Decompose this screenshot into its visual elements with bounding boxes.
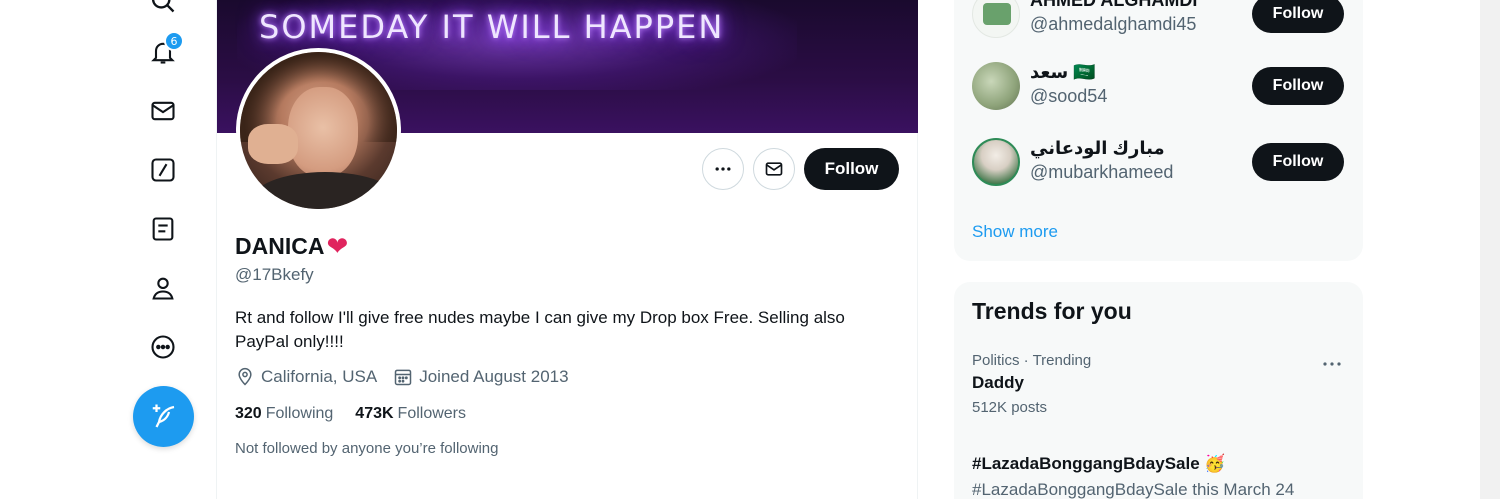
- location-text: California, USA: [261, 367, 378, 386]
- display-name: DANICA ❤: [235, 233, 348, 260]
- profile-icon[interactable]: [148, 273, 178, 303]
- avatar-shirt: [250, 172, 397, 209]
- followers-link[interactable]: 473K Followers: [355, 405, 466, 423]
- right-sidebar: AHMED ALGHAMDI @ahmedalghamdi45 Follow س…: [918, 0, 1500, 499]
- suggestion-name: مبارك الودعاني: [1030, 138, 1165, 158]
- followers-count: 473K: [355, 405, 394, 422]
- following-link[interactable]: 320 Following: [235, 405, 333, 423]
- following-count: 320: [235, 405, 262, 422]
- heart-emoji: ❤: [326, 231, 349, 262]
- avatar: [972, 62, 1020, 110]
- page-scrollbar[interactable]: [1480, 0, 1500, 499]
- compose-button[interactable]: [133, 386, 194, 447]
- followers-label: Followers: [397, 405, 467, 422]
- trend-context: Politics · Trending: [972, 352, 1092, 369]
- trend-title: #LazadaBonggangBdaySale 🥳: [972, 454, 1226, 473]
- joined-item: Joined August 2013: [393, 367, 569, 387]
- avatar-hand: [248, 124, 298, 164]
- message-button[interactable]: [753, 148, 795, 190]
- explore-icon[interactable]: [148, 0, 178, 16]
- trends-title: Trends for you: [972, 298, 1132, 324]
- suggestion-handle: @mubarkhameed: [1030, 162, 1174, 182]
- avatar: [972, 138, 1020, 186]
- trend-item[interactable]: Politics · Trending Daddy 512K posts: [972, 352, 1344, 416]
- compose-icon: [152, 404, 174, 428]
- profile-meta: California, USA Joined August 2013: [235, 367, 569, 387]
- more-options-button[interactable]: [702, 148, 744, 190]
- ellipsis-icon: [1323, 362, 1341, 366]
- left-nav: 6: [0, 0, 216, 499]
- suggestion-row[interactable]: سعد 🇸🇦 @sood54 Follow: [972, 62, 1344, 122]
- suggestion-row[interactable]: مبارك الودعاني @mubarkhameed Follow: [972, 138, 1344, 198]
- location-pin-icon: [238, 367, 252, 386]
- suggestion-name: AHMED ALGHAMDI: [1030, 0, 1198, 10]
- location-item: California, USA: [235, 367, 377, 387]
- trend-posts: #LazadaBonggangBdaySale this March 24: [972, 480, 1295, 499]
- suggestion-follow-button[interactable]: Follow: [1252, 143, 1344, 181]
- avatar-face: [288, 87, 358, 177]
- follow-button[interactable]: Follow: [804, 148, 899, 190]
- profile-avatar[interactable]: [236, 48, 401, 213]
- mail-icon: [765, 162, 783, 176]
- suggestion-name: سعد 🇸🇦: [1030, 62, 1096, 82]
- more-icon[interactable]: [148, 332, 178, 362]
- ellipsis-icon: [715, 167, 731, 171]
- profile-handle: @17Bkefy: [235, 265, 314, 284]
- suggestion-follow-button[interactable]: Follow: [1252, 0, 1344, 33]
- trend-item[interactable]: #LazadaBonggangBdaySale 🥳 #LazadaBonggan…: [972, 450, 1344, 499]
- suggestion-row[interactable]: AHMED ALGHAMDI @ahmedalghamdi45 Follow: [972, 0, 1344, 50]
- display-name-text: DANICA: [235, 233, 325, 259]
- trend-title: Daddy: [972, 373, 1024, 392]
- profile-bio: Rt and follow I'll give free nudes maybe…: [235, 308, 845, 351]
- lists-icon[interactable]: [148, 214, 178, 244]
- avatar: [972, 0, 1020, 38]
- messages-icon[interactable]: [148, 96, 178, 126]
- trend-posts: 512K posts: [972, 399, 1048, 416]
- following-label: Following: [265, 405, 334, 422]
- suggestion-handle: @ahmedalghamdi45: [1030, 14, 1197, 34]
- not-followed-note: Not followed by anyone you’re following: [235, 440, 499, 457]
- profile-column: SOMEDAY IT WILL HAPPEN Follow DANICA ❤ @…: [216, 0, 918, 499]
- suggestion-handle: @sood54: [1030, 86, 1108, 106]
- show-more-link[interactable]: Show more: [972, 222, 1058, 242]
- trend-more-button[interactable]: [1320, 352, 1344, 376]
- who-to-follow-card: AHMED ALGHAMDI @ahmedalghamdi45 Follow س…: [954, 0, 1363, 261]
- trends-card: Trends for you Politics · Trending Daddy…: [954, 282, 1363, 499]
- calendar-icon: [394, 369, 412, 386]
- notification-badge: 6: [164, 31, 184, 51]
- grok-icon[interactable]: [148, 155, 178, 185]
- profile-stats: 320 Following 473K Followers: [235, 405, 466, 423]
- suggestion-follow-button[interactable]: Follow: [1252, 67, 1344, 105]
- banner-neon-text: SOMEDAY IT WILL HAPPEN: [259, 8, 725, 46]
- joined-text: Joined August 2013: [419, 367, 569, 386]
